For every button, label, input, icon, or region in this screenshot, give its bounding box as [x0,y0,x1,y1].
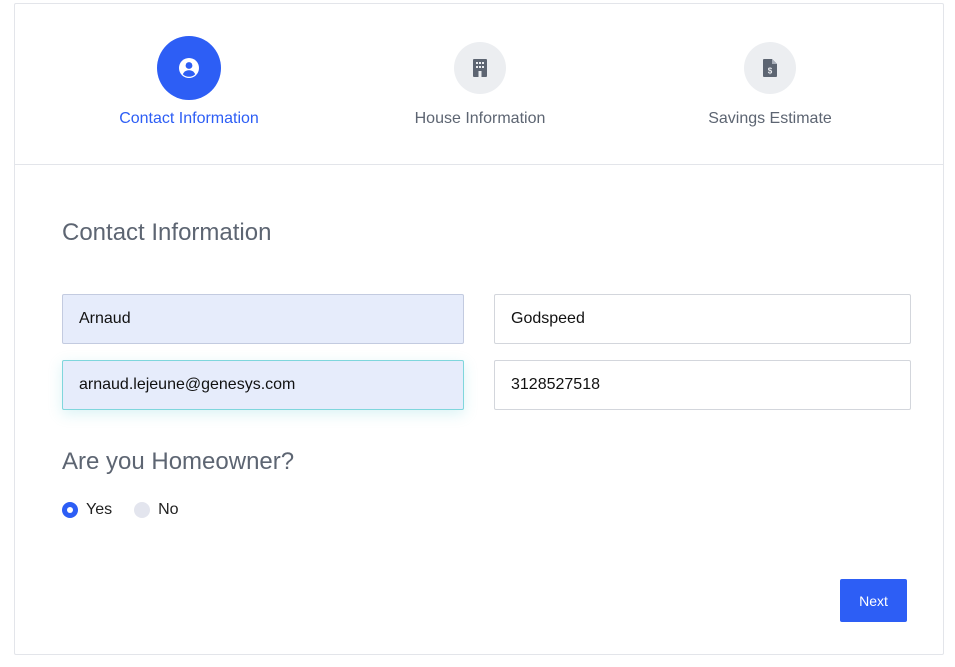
step-contact-information[interactable]: Contact Information [59,4,319,164]
radio-option-no[interactable]: No [134,501,179,519]
radio-option-yes[interactable]: Yes [62,501,112,519]
form-card: Contact Information House Information $ … [14,3,944,655]
building-icon [473,59,487,77]
next-button[interactable]: Next [840,579,907,622]
radio-button-yes[interactable] [62,502,78,518]
step-label: Savings Estimate [708,110,832,127]
step-circle-active [157,36,221,100]
homeowner-question: Are you Homeowner? [62,448,295,475]
homeowner-radio-group: Yes No [62,501,201,519]
email-field[interactable] [62,360,464,410]
phone-field[interactable] [494,360,911,410]
section-title: Contact Information [62,219,272,246]
invoice-dollar-icon: $ [763,59,777,77]
first-name-field[interactable] [62,294,464,344]
progress-stepper: Contact Information House Information $ … [15,4,943,165]
radio-label-no: No [158,501,179,518]
step-savings-estimate[interactable]: $ Savings Estimate [640,4,900,164]
user-circle-icon [179,58,199,78]
svg-text:$: $ [768,67,773,76]
radio-label-yes: Yes [86,501,113,518]
step-label: House Information [414,110,546,127]
step-circle: $ [744,42,796,94]
step-house-information[interactable]: House Information [350,4,610,164]
step-circle [454,42,506,94]
radio-button-no[interactable] [134,502,151,518]
last-name-field[interactable] [494,294,911,344]
step-label: Contact Information [119,110,259,127]
